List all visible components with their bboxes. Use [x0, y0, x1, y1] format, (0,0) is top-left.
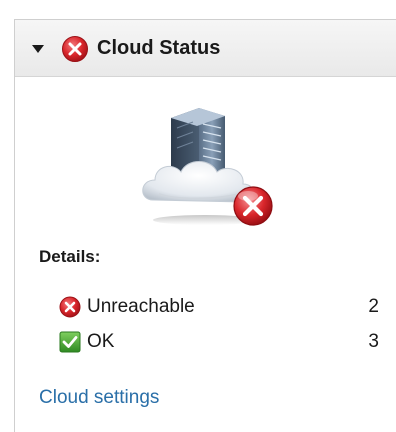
status-row-ok[interactable]: OK 3 — [59, 328, 379, 356]
cloud-status-panel: Cloud Status Details: Unreachable 2 OK 3… — [14, 19, 396, 432]
status-row-unreachable[interactable]: Unreachable 2 — [59, 293, 379, 321]
error-icon — [62, 36, 88, 62]
cloud-settings-link[interactable]: Cloud settings — [39, 386, 159, 410]
check-icon — [59, 331, 81, 353]
status-label-ok: OK — [87, 331, 115, 352]
error-icon — [59, 296, 81, 318]
caret-down-icon[interactable] — [31, 43, 45, 55]
details-heading: Details: — [39, 247, 101, 266]
cloud-server-error-icon — [142, 108, 273, 226]
status-count-unreachable: 2 — [368, 296, 379, 317]
panel-header: Cloud Status — [15, 20, 396, 77]
status-count-ok: 3 — [368, 331, 379, 352]
status-label-unreachable: Unreachable — [87, 296, 195, 317]
panel-title: Cloud Status — [97, 37, 221, 59]
